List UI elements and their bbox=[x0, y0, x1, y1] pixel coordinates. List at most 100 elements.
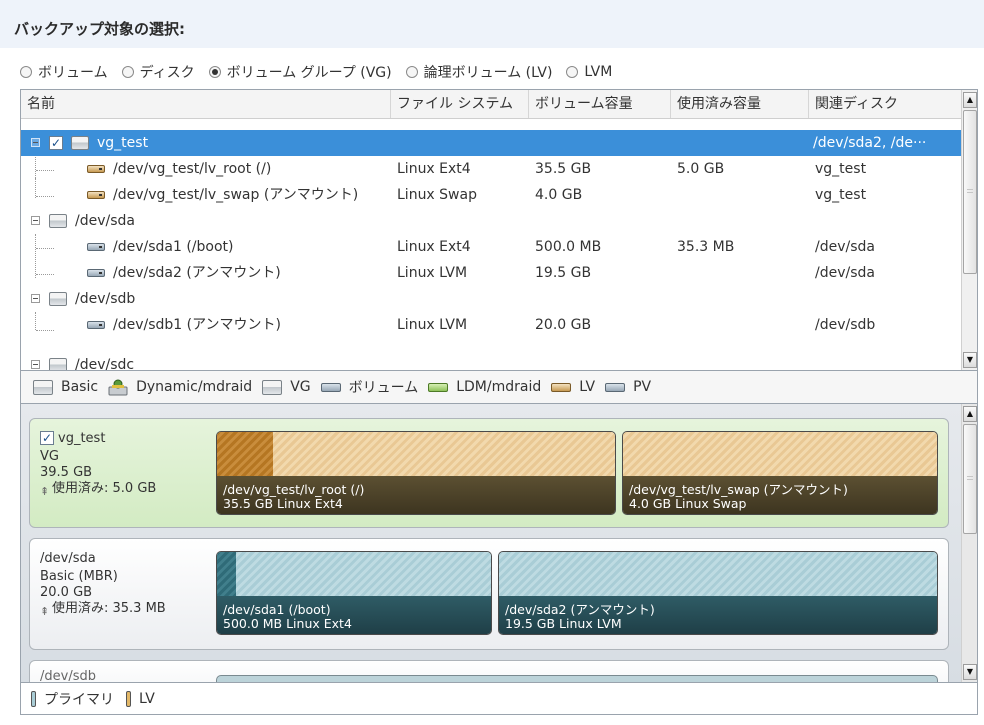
partition-sda1[interactable]: /dev/sda1 (/boot) 500.0 MB Linux Ext4 bbox=[216, 551, 492, 635]
map-scrollbar[interactable]: ▲ ▼ bbox=[961, 404, 977, 682]
primary-swatch-icon bbox=[31, 690, 36, 707]
radio-button-icon[interactable] bbox=[121, 66, 134, 78]
column-header-filesystem[interactable]: ファイル システム bbox=[391, 90, 529, 118]
partition-lv-swap[interactable]: /dev/vg_test/lv_swap (アンマウント) 4.0 GB Linu… bbox=[622, 431, 938, 515]
vg-used: 使用済み: 5.0 GB bbox=[52, 481, 157, 496]
row-related-disk: /dev/sda2, /de··· bbox=[813, 135, 927, 151]
legend-primary: プライマリ bbox=[44, 691, 114, 708]
table-row[interactable]: /dev/sda1 (/boot) Linux Ext4 500.0 MB 35… bbox=[21, 234, 961, 260]
table-row[interactable]: /dev/vg_test/lv_root (/) Linux Ext4 35.5… bbox=[21, 156, 961, 182]
row-name: /dev/sda2 (アンマウント) bbox=[113, 265, 281, 281]
checkbox-checked-icon[interactable]: ✓ bbox=[49, 136, 63, 150]
column-header-used-size[interactable]: 使用済み容量 bbox=[671, 90, 809, 118]
legend-label: VG bbox=[290, 379, 311, 395]
row-name: /dev/vg_test/lv_root (/) bbox=[113, 161, 272, 177]
vg-size: 39.5 GB bbox=[40, 465, 93, 480]
disk-size: 20.0 GB bbox=[40, 585, 93, 600]
table-row-vg-test[interactable]: ✓ vg_test /dev/sda2, /de··· bbox=[21, 130, 961, 156]
vg-card[interactable]: ✓ vg_test VG 39.5 GB 使用済み: 5.0 GB ⇞ /dev… bbox=[29, 418, 949, 528]
row-filesystem: Linux LVM bbox=[397, 265, 468, 281]
legend-lv: LV bbox=[139, 690, 155, 707]
page-title: バックアップ対象の選択: bbox=[14, 20, 185, 38]
row-filesystem: Linux Ext4 bbox=[397, 161, 471, 177]
column-header-related-disk[interactable]: 関連ディスク bbox=[809, 90, 961, 118]
row-related-disk: /dev/sda bbox=[815, 265, 875, 281]
legend-dynamic: Dynamic/mdraid bbox=[108, 378, 252, 396]
disk-card-sdb[interactable]: /dev/sdb bbox=[29, 660, 949, 682]
table-row[interactable]: /dev/sda2 (アンマウント) Linux LVM 19.5 GB /de… bbox=[21, 260, 961, 286]
row-name: /dev/sdc bbox=[75, 357, 135, 371]
table-row[interactable]: /dev/sdb1 (アンマウント) Linux LVM 20.0 GB /de… bbox=[21, 312, 961, 338]
table-row[interactable]: /dev/vg_test/lv_swap (アンマウント) Linux Swap… bbox=[21, 182, 961, 208]
disk-type: Basic (MBR) bbox=[40, 569, 118, 584]
table-row-disk[interactable]: /dev/sdc bbox=[21, 356, 961, 371]
partition-sdb1[interactable] bbox=[216, 675, 938, 682]
row-volume-size: 500.0 MB bbox=[535, 239, 602, 255]
row-name: vg_test bbox=[97, 135, 149, 151]
radio-volume[interactable]: ボリューム bbox=[20, 62, 108, 82]
partition-lv-root[interactable]: /dev/vg_test/lv_root (/) 35.5 GB Linux Ex… bbox=[216, 431, 616, 515]
disk-name: /dev/sda bbox=[40, 551, 96, 566]
backup-type-radio-group: ボリューム ディスク ボリューム グループ (VG) 論理ボリューム (LV) … bbox=[20, 58, 626, 86]
pin-icon: ⇞ bbox=[40, 605, 50, 618]
legend-volume: ボリューム bbox=[320, 377, 418, 397]
row-volume-size: 4.0 GB bbox=[535, 187, 583, 203]
pv-icon bbox=[605, 382, 626, 392]
disk-icon bbox=[49, 214, 67, 228]
row-name: /dev/sda bbox=[75, 213, 135, 229]
radio-lvm[interactable]: LVM bbox=[566, 64, 612, 80]
radio-logical-volume[interactable]: 論理ボリューム (LV) bbox=[405, 62, 552, 82]
radio-button-icon[interactable] bbox=[20, 66, 32, 78]
radio-button-icon[interactable] bbox=[405, 66, 418, 78]
legend-label: Dynamic/mdraid bbox=[136, 379, 253, 395]
map-legend-footer: プライマリ LV bbox=[20, 683, 978, 715]
scroll-up-icon[interactable]: ▲ bbox=[963, 406, 977, 422]
vg-icon bbox=[262, 379, 283, 395]
scrollbar-thumb[interactable] bbox=[963, 424, 977, 534]
disk-icon bbox=[49, 292, 67, 306]
scroll-down-icon[interactable]: ▼ bbox=[963, 352, 977, 368]
column-header-volume-size[interactable]: ボリューム容量 bbox=[529, 90, 671, 118]
vg-type: VG bbox=[40, 449, 59, 464]
radio-disk[interactable]: ディスク bbox=[121, 62, 195, 82]
collapse-icon[interactable] bbox=[31, 138, 40, 147]
collapse-icon[interactable] bbox=[31, 216, 40, 225]
collapse-icon[interactable] bbox=[31, 294, 40, 303]
radio-volume-group[interactable]: ボリューム グループ (VG) bbox=[208, 62, 392, 82]
legend-label: LDM/mdraid bbox=[456, 379, 542, 395]
partition-sda2[interactable]: /dev/sda2 (アンマウント) 19.5 GB Linux LVM bbox=[498, 551, 938, 635]
radio-button-selected-icon[interactable] bbox=[208, 66, 221, 78]
row-volume-size: 19.5 GB bbox=[535, 265, 592, 281]
disk-used: 使用済み: 35.3 MB bbox=[52, 601, 166, 616]
checkbox-checked-icon[interactable]: ✓ bbox=[40, 431, 54, 445]
collapse-icon[interactable] bbox=[31, 360, 40, 369]
scroll-down-icon[interactable]: ▼ bbox=[963, 664, 977, 680]
table-row-disk[interactable]: /dev/sdb bbox=[21, 286, 961, 312]
radio-button-icon[interactable] bbox=[566, 66, 579, 78]
legend-ldm: LDM/mdraid bbox=[428, 379, 541, 395]
column-header-name[interactable]: 名前 bbox=[21, 90, 391, 118]
scroll-up-icon[interactable]: ▲ bbox=[963, 92, 977, 108]
partition-free-area bbox=[623, 432, 937, 476]
vg-name: vg_test bbox=[58, 431, 106, 446]
partition-label: /dev/vg_test/lv_root (/) 35.5 GB Linux Ex… bbox=[223, 482, 365, 511]
radio-label: ボリューム グループ (VG) bbox=[226, 65, 392, 81]
table-scrollbar[interactable]: ▲ ▼ bbox=[961, 90, 977, 370]
partition-label: /dev/sda1 (/boot) 500.0 MB Linux Ext4 bbox=[223, 602, 352, 631]
legend-label: LV bbox=[579, 379, 596, 395]
row-name: /dev/vg_test/lv_swap (アンマウント) bbox=[113, 187, 359, 203]
row-name: /dev/sda1 (/boot) bbox=[113, 239, 234, 255]
row-related-disk: /dev/sdb bbox=[815, 317, 876, 333]
volume-tree-table: 名前 ファイル システム ボリューム容量 使用済み容量 関連ディスク ✓ vg_… bbox=[20, 89, 978, 371]
pin-icon: ⇞ bbox=[40, 485, 50, 498]
row-filesystem: Linux Ext4 bbox=[397, 239, 471, 255]
lv-icon bbox=[551, 382, 572, 392]
disk-card-sda[interactable]: /dev/sda Basic (MBR) 20.0 GB 使用済み: 35.3 … bbox=[29, 538, 949, 650]
row-related-disk: vg_test bbox=[815, 187, 867, 203]
partition-used-area bbox=[217, 552, 237, 596]
scrollbar-thumb[interactable] bbox=[963, 110, 977, 274]
row-used-size: 5.0 GB bbox=[677, 161, 725, 177]
basic-disk-icon bbox=[33, 379, 53, 395]
table-row-disk[interactable]: /dev/sda bbox=[21, 208, 961, 234]
row-name: /dev/sdb1 (アンマウント) bbox=[113, 317, 282, 333]
